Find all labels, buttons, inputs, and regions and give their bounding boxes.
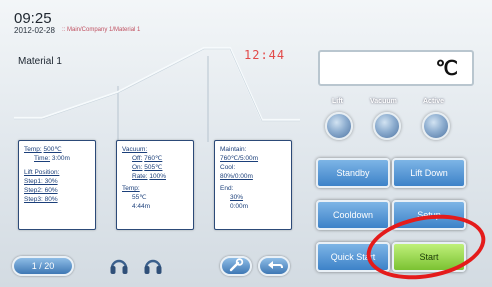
temperature-display: ℃ — [318, 50, 474, 86]
wrench-icon — [229, 258, 244, 272]
end-percent: 30% — [230, 194, 244, 201]
middle-temp-value: 55℃ — [132, 194, 147, 201]
lift-status-lamp-icon — [325, 112, 353, 140]
heating-panel[interactable]: Temp: 500℃ Time: 3:00m Lift Position: St… — [18, 140, 96, 230]
rate-label: Rate: — [132, 173, 148, 180]
headset-icon-2[interactable] — [142, 254, 164, 276]
step1-value: Step1: 30% — [24, 178, 58, 185]
on-value: 505℃ — [144, 164, 163, 171]
material-label: Material 1 — [18, 56, 62, 67]
end-time: 0:00m — [230, 203, 249, 210]
maintain-panel[interactable]: Maintain: 760℃/5:00m Cool: 80%/0:00m End… — [214, 140, 292, 230]
indicator-label-vacuum: Vacuum — [370, 98, 397, 105]
vacuum-label: Vacuum: — [122, 146, 148, 153]
tools-button[interactable] — [220, 256, 252, 276]
cool-label: Cool: — [220, 164, 236, 171]
temp-label: Temp: — [24, 146, 42, 153]
step3-value: Step3: 80% — [24, 196, 58, 203]
maintain-value: 760℃/5:00m — [220, 155, 259, 162]
active-status-lamp-icon — [422, 112, 450, 140]
vacuum-status-lamp-icon — [373, 112, 401, 140]
cooldown-button[interactable]: Cooldown — [316, 200, 390, 230]
indicator-label-active: Active — [423, 98, 445, 105]
time-label: Time: — [34, 155, 51, 162]
control-screen: 09:25 2012-02-28 :: Main/Company 1/Mater… — [0, 0, 492, 287]
process-timer: 12:44 — [244, 48, 286, 62]
cool-value: 80%/0:00m — [220, 173, 253, 180]
headset-icon[interactable] — [108, 254, 130, 276]
time-value: 3:00m — [51, 155, 70, 162]
lift-down-button[interactable]: Lift Down — [392, 158, 466, 188]
step2-value: Step2: 60% — [24, 187, 58, 194]
back-button[interactable] — [258, 256, 290, 276]
standby-button[interactable]: Standby — [316, 158, 390, 188]
start-button[interactable]: Start — [392, 242, 466, 272]
lift-position-label: Lift Position: — [24, 169, 60, 176]
off-value: 760℃ — [144, 155, 163, 162]
page-indicator-button[interactable]: 1 / 20 — [12, 256, 74, 276]
temp-value: 500℃ — [43, 146, 62, 153]
end-label: End: — [220, 185, 234, 192]
setup-button[interactable]: Setup — [392, 200, 466, 230]
maintain-label: Maintain: — [220, 146, 247, 153]
back-arrow-icon — [268, 261, 283, 269]
quick-start-button[interactable]: Quick Start — [316, 242, 390, 272]
indicator-label-lift: Lift — [332, 98, 343, 105]
vacuum-panel[interactable]: Vacuum: Off: 760℃ On: 505℃ Rate: 100% Te… — [116, 140, 194, 230]
temperature-unit: ℃ — [435, 58, 458, 80]
middle-temp-label: Temp: — [122, 185, 140, 192]
off-label: Off: — [132, 155, 143, 162]
rate-value: 100% — [149, 173, 166, 180]
middle-time-value: 4:44m — [132, 203, 151, 210]
on-label: On: — [132, 164, 143, 171]
